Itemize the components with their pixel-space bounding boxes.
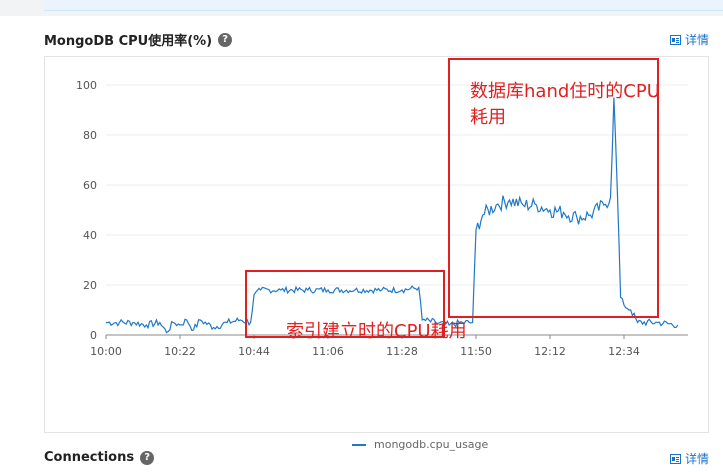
panel-title: MongoDB CPU使用率(%) ? [44,30,233,49]
question-circle-icon[interactable]: ? [218,32,233,47]
detail-list-icon [669,34,681,45]
y-tick-label: 40 [83,229,97,242]
x-tick-label: 11:06 [312,345,344,358]
connections-title-text: Connections [44,450,135,465]
index-build-annotation: 索引建立时的CPU耗用 [286,321,467,342]
y-tick-label: 20 [83,279,97,292]
info-banner [44,0,723,11]
x-tick-label: 10:44 [238,345,270,358]
y-tick-label: 80 [83,129,97,142]
x-tick-label: 10:22 [164,345,196,358]
x-tick-label: 12:12 [534,345,566,358]
x-tick-label: 11:50 [460,345,492,358]
y-tick-label: 0 [90,329,97,342]
hang-annotation-line1: 数据库hand住时的CPU [470,81,660,102]
legend-line-swatch [352,443,366,446]
hang-annotation-line2: 耗用 [470,107,506,128]
x-tick-label: 12:34 [608,345,640,358]
y-tick-label: 60 [83,179,97,192]
detail-list-icon [669,453,681,464]
connections-detail-label: 详情 [684,452,709,466]
y-tick-label: 100 [76,79,97,92]
chart-legend[interactable]: mongodb.cpu_usage [352,438,488,451]
detail-link[interactable]: 详情 [669,31,709,48]
x-tick-label: 10:00 [90,345,122,358]
detail-label: 详情 [684,33,709,47]
connections-panel-title: Connections ? [44,450,155,465]
panel-title-text: MongoDB CPU使用率(%) [44,34,213,49]
x-tick-label: 11:28 [386,345,418,358]
question-circle-icon[interactable]: ? [140,450,155,465]
connections-detail-link[interactable]: 详情 [669,450,709,467]
legend-label: mongodb.cpu_usage [374,438,489,451]
